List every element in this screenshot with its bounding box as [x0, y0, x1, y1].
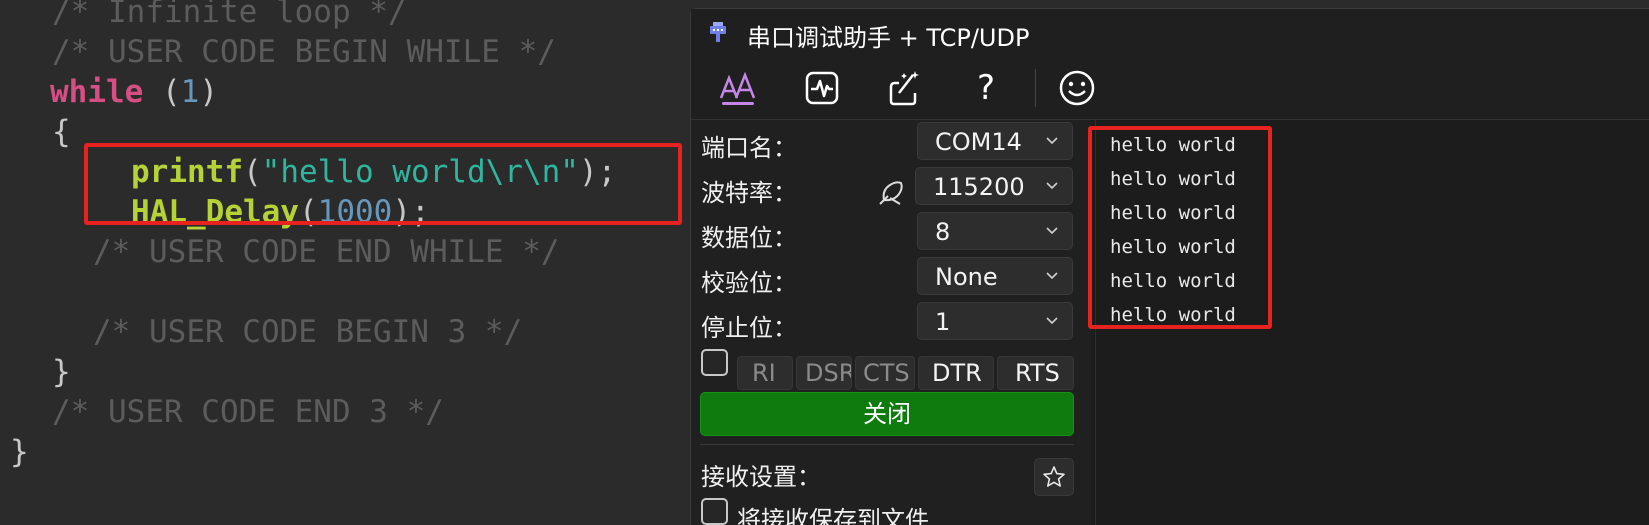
number-literal: 1: [180, 74, 200, 110]
dtr-button[interactable]: DTR: [918, 356, 994, 390]
section-divider: [700, 444, 1074, 445]
window-title: 串口调试助手 + TCP/UDP: [747, 24, 1030, 52]
close-port-button[interactable]: 关闭: [700, 392, 1074, 436]
code-line-comment-user-end-3: /* USER CODE END 3 */: [52, 394, 444, 430]
font-icon: [719, 71, 756, 105]
cts-button[interactable]: CTS: [855, 356, 915, 390]
star-icon: [1043, 466, 1065, 487]
chevron-down-icon: [1046, 317, 1058, 325]
toolbar-separator: [1035, 69, 1036, 107]
waveform-icon: [805, 71, 839, 105]
settings-panel: 端口名： COM14 波特率： 115200 数据位： 8 校验位： None: [691, 120, 1091, 525]
chevron-down-icon: [1046, 227, 1058, 235]
parity-label: 校验位：: [701, 269, 797, 297]
code-line-comment-user-begin-while: /* USER CODE BEGIN WHILE */: [52, 34, 556, 70]
flow-control-checkbox[interactable]: [701, 349, 728, 376]
help-button[interactable]: ?: [959, 63, 1013, 113]
databits-value: 8: [935, 218, 951, 246]
about-button[interactable]: [1050, 63, 1104, 113]
chevron-down-icon: [1046, 182, 1058, 190]
parity-value: None: [935, 263, 998, 291]
app-plug-icon: [710, 22, 726, 42]
stopbits-label: 停止位：: [701, 314, 797, 342]
code-line-brace-close: }: [52, 354, 71, 390]
waveform-button[interactable]: [795, 63, 849, 113]
text-mode-button[interactable]: [711, 63, 765, 113]
baud-select[interactable]: 115200: [915, 167, 1073, 205]
magic-tools-icon: [889, 71, 919, 106]
code-editor[interactable]: /* Infinite loop */ /* USER CODE BEGIN W…: [0, 0, 730, 525]
chevron-down-icon: [1046, 272, 1058, 280]
favorite-button[interactable]: [1034, 458, 1074, 496]
code-line-comment-user-end-while: /* USER CODE END WHILE */: [93, 234, 560, 270]
rts-button[interactable]: RTS: [997, 356, 1074, 390]
parity-select[interactable]: None: [917, 257, 1073, 295]
save-to-file-label: 将接收保存到文件: [737, 506, 929, 525]
code-line-function-close: }: [10, 434, 29, 470]
save-to-file-checkbox[interactable]: [701, 498, 728, 525]
toolbar: ?: [691, 59, 1649, 119]
code-highlight-annotation: [84, 143, 682, 225]
baud-value: 115200: [933, 173, 1025, 201]
tools-button[interactable]: [877, 63, 931, 113]
ri-button[interactable]: RI: [737, 356, 793, 390]
stopbits-value: 1: [935, 308, 951, 336]
paren-open: (: [143, 74, 181, 110]
baud-label: 波特率：: [701, 179, 797, 207]
code-line-brace-open: {: [52, 114, 71, 150]
paren-close: ): [199, 74, 218, 110]
code-line-while: while (1): [50, 72, 218, 112]
keyword-while: while: [50, 74, 144, 110]
feather-icon[interactable]: [876, 178, 906, 208]
smiley-icon: [1059, 70, 1095, 106]
port-value: COM14: [935, 128, 1022, 156]
databits-label: 数据位：: [701, 224, 797, 252]
stopbits-select[interactable]: 1: [917, 302, 1073, 340]
databits-select[interactable]: 8: [917, 212, 1073, 250]
receive-highlight-annotation: [1088, 126, 1272, 329]
dsr-button[interactable]: DSR: [796, 356, 852, 390]
receive-settings-label: 接收设置：: [701, 463, 821, 491]
code-line-comment-infinite-loop: /* Infinite loop */: [52, 0, 407, 30]
port-label: 端口名：: [701, 134, 797, 162]
title-bar[interactable]: 串口调试助手 + TCP/UDP: [691, 9, 1649, 57]
chevron-down-icon: [1046, 137, 1058, 145]
code-line-comment-user-begin-3: /* USER CODE BEGIN 3 */: [93, 314, 523, 350]
port-select[interactable]: COM14: [917, 122, 1073, 160]
serial-assistant-window: 串口调试助手 + TCP/UDP ? 端口名： COM14 波特率： 11520…: [690, 8, 1649, 525]
